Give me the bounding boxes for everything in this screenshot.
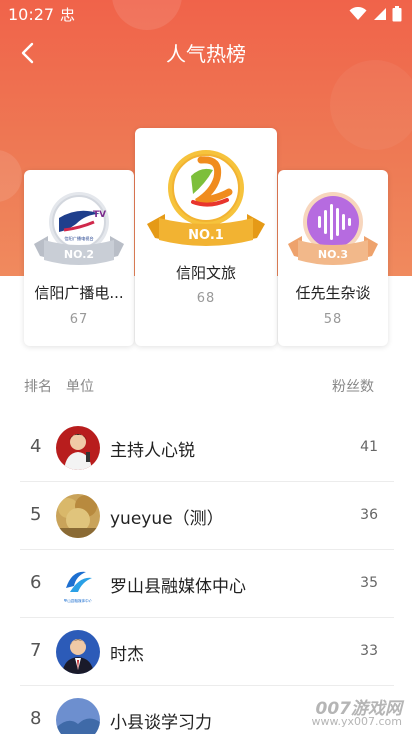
card-first-fans: 68 [196, 291, 216, 306]
row-logo-text: 罗山县融媒体中心 [64, 598, 93, 603]
row-fans: 36 [360, 507, 378, 523]
podium-card-second[interactable]: TV 信阳广播电视台 NO.2 信阳广播电... 67 [24, 170, 134, 346]
header-unit: 单位 [66, 379, 94, 395]
row-fans: 35 [360, 575, 378, 591]
row-fans: 41 [360, 439, 378, 455]
avatar [56, 630, 100, 674]
gold-medal-badge: NO.1 [147, 150, 265, 246]
status-bar: 10:27 忠 [0, 0, 412, 30]
rank-badge-first: NO.1 [188, 228, 224, 243]
header-fans: 粉丝数 [332, 379, 374, 395]
avatar [56, 426, 100, 470]
rank-badge-third: NO.3 [318, 248, 348, 261]
card-second-logo-text: 信阳广播电视台 [64, 235, 93, 242]
row-name: 罗山县融媒体中心 [110, 577, 246, 597]
ranking-screen: 10:27 忠 人气热榜 TV 信阳广播电视台 NO.2 信阳广播电... 67 [0, 0, 412, 734]
row-rank: 6 [30, 572, 42, 593]
row-rank: 8 [30, 708, 42, 729]
status-icons [349, 6, 402, 22]
row-rank: 7 [30, 640, 42, 661]
svg-text:TV: TV [93, 210, 106, 220]
list-item[interactable]: 4 主持人心锐 41 [20, 414, 394, 482]
list-header: 排名 单位 粉丝数 [24, 376, 374, 396]
card-third-name: 任先生杂谈 [295, 284, 371, 302]
battery-icon [392, 6, 402, 22]
signal-icon [374, 8, 386, 20]
status-time: 10:27 [8, 5, 55, 24]
row-fans: 33 [360, 643, 378, 659]
bronze-medal-badge: NO.3 [288, 192, 378, 265]
card-third-fans: 58 [323, 312, 343, 327]
watermark-url: www.yx007.com [311, 715, 402, 728]
avatar [56, 698, 100, 734]
row-name: yueyue（测） [110, 509, 224, 529]
row-name: 小县谈学习力 [110, 713, 212, 733]
row-name: 主持人心锐 [110, 441, 195, 461]
rank-badge-second: NO.2 [64, 248, 94, 261]
avatar: 罗山县融媒体中心 [56, 562, 100, 606]
wifi-icon [349, 7, 367, 20]
silver-medal-badge: TV 信阳广播电视台 NO.2 [34, 192, 124, 265]
avatar [56, 494, 100, 538]
list-item[interactable]: 7 时杰 33 [20, 618, 394, 686]
header-rank: 排名 [24, 379, 52, 395]
list-item[interactable]: 5 yueyue（测） 36 [20, 482, 394, 550]
carrier-icon: 忠 [60, 6, 76, 24]
page-title: 人气热榜 [166, 42, 246, 66]
podium-card-first[interactable]: NO.1 信阳文旅 68 [135, 128, 277, 346]
card-second-name: 信阳广播电... [34, 284, 124, 302]
podium-card-third[interactable]: NO.3 任先生杂谈 58 [278, 170, 388, 346]
watermark: 007游戏网 www.yx007.com [296, 694, 406, 730]
row-rank: 4 [30, 436, 42, 457]
row-name: 时杰 [110, 645, 144, 665]
card-first-name: 信阳文旅 [175, 264, 236, 282]
card-second-fans: 67 [69, 312, 89, 327]
row-rank: 5 [30, 504, 42, 525]
list-item[interactable]: 6 罗山县融媒体中心 罗山县融媒体中心 35 [20, 550, 394, 618]
